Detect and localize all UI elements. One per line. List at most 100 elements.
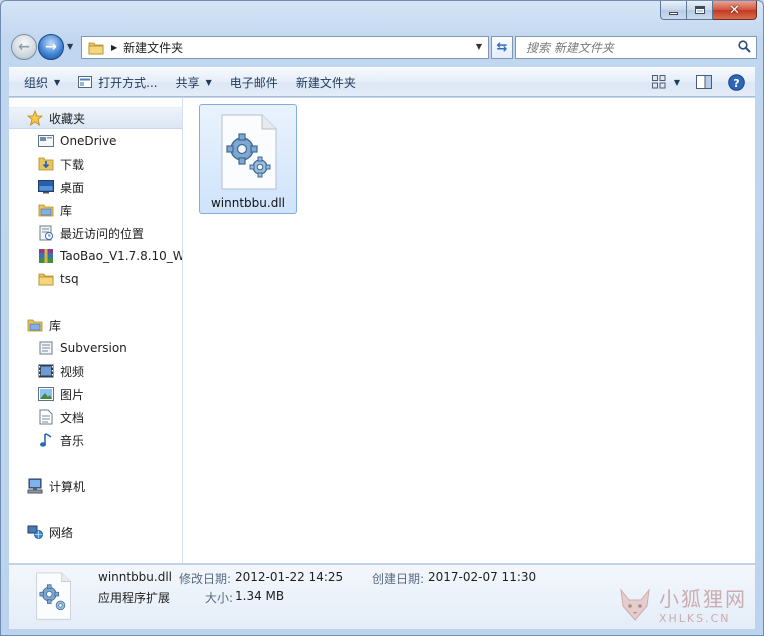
video-icon xyxy=(38,363,54,379)
watermark-subtitle: XHLKS.CN xyxy=(659,612,731,625)
modified-value[interactable]: 2012-01-22 14:25 xyxy=(235,570,343,584)
nav-label: 下载 xyxy=(60,157,85,172)
nav-item-tsq[interactable]: tsq xyxy=(9,268,182,290)
search-placeholder: 搜索 新建文件夹 xyxy=(526,41,614,55)
close-icon: ✕ xyxy=(729,2,740,18)
search-icon[interactable] xyxy=(738,40,751,53)
file-list[interactable]: winntbbu.dll xyxy=(184,98,755,563)
view-icon xyxy=(651,75,666,89)
help-button[interactable]: ? xyxy=(722,70,751,94)
music-icon xyxy=(38,432,54,448)
chevron-down-icon[interactable]: ▼ xyxy=(674,78,680,87)
nav-item-onedrive[interactable]: OneDrive xyxy=(9,130,182,152)
picture-icon xyxy=(38,386,54,402)
back-button[interactable]: ← xyxy=(11,34,37,60)
arrow-right-icon: → xyxy=(45,39,57,55)
size-value: 1.34 MB xyxy=(235,589,285,603)
chevron-down-icon: ▼ xyxy=(54,77,61,87)
maximize-button[interactable] xyxy=(687,1,713,20)
breadcrumb-current[interactable]: 新建文件夹 xyxy=(123,39,183,56)
navigation-bar: ← → ▼ ▶ 新建文件夹 ▼ ⇆ 搜索 新建文件夹 xyxy=(9,33,757,61)
nav-label: OneDrive xyxy=(60,134,117,148)
minimize-icon xyxy=(669,11,678,15)
details-pane: winntbbu.dll 应用程序扩展 修改日期: 2012-01-22 14:… xyxy=(9,565,755,629)
details-file-type: 应用程序扩展 xyxy=(98,591,171,605)
nav-label: 最近访问的位置 xyxy=(60,226,145,241)
nav-label: 库 xyxy=(60,203,73,218)
refresh-icon: ⇆ xyxy=(496,40,508,55)
nav-item-pictures[interactable]: 图片 xyxy=(9,383,182,405)
chevron-down-icon: ▼ xyxy=(205,77,212,87)
document-icon xyxy=(38,409,54,425)
new-folder-label: 新建文件夹 xyxy=(295,75,356,90)
nav-item-documents[interactable]: 文档 xyxy=(9,406,182,428)
nav-label: tsq xyxy=(60,272,79,286)
address-bar[interactable]: ▶ 新建文件夹 ▼ xyxy=(81,36,489,59)
share-button[interactable]: 共享 ▼ xyxy=(167,70,221,94)
nav-item-desktop[interactable]: 桌面 xyxy=(9,176,182,198)
nav-item-network[interactable]: 网络 xyxy=(9,521,182,543)
details-file-name: winntbbu.dll xyxy=(98,570,173,584)
minimize-button[interactable] xyxy=(660,1,687,20)
nav-label: Subversion xyxy=(60,341,127,355)
preview-pane-button[interactable] xyxy=(690,70,718,94)
breadcrumb-separator-icon[interactable]: ▶ xyxy=(111,43,117,52)
nav-item-music[interactable]: 音乐 xyxy=(9,429,182,451)
navigation-pane[interactable]: 收藏夹 OneDrive 下载 桌面 库 最近访问的位置 TaoBao_V1.7… xyxy=(9,98,183,563)
desktop-icon xyxy=(38,179,54,195)
nav-item-videos[interactable]: 视频 xyxy=(9,360,182,382)
explorer-window: ✕ ← → ▼ ▶ 新建文件夹 ▼ ⇆ 搜索 新建文件夹 组织 ▼ 打开方式..… xyxy=(0,0,764,636)
size-label: 大小: xyxy=(205,591,234,605)
nav-label: 网络 xyxy=(49,525,74,540)
downloads-folder-icon xyxy=(38,156,54,172)
created-value[interactable]: 2017-02-07 11:30 xyxy=(428,570,536,584)
nav-item-computer[interactable]: 计算机 xyxy=(9,475,182,497)
share-label: 共享 xyxy=(175,75,200,90)
arrow-left-icon: ← xyxy=(18,39,30,55)
email-button[interactable]: 电子邮件 xyxy=(221,70,287,94)
nav-label: 视频 xyxy=(60,364,85,379)
dll-gear-icon xyxy=(221,114,277,190)
email-label: 电子邮件 xyxy=(229,75,278,90)
nav-item-favorites[interactable]: 收藏夹 xyxy=(9,107,182,129)
command-bar: 组织 ▼ 打开方式... 共享 ▼ 电子邮件 新建文件夹 ▼ ? xyxy=(9,67,755,97)
nav-label: 桌面 xyxy=(60,180,85,195)
new-folder-button[interactable]: 新建文件夹 xyxy=(287,70,365,94)
nav-item-taobao[interactable]: TaoBao_V1.7.8.10_Wi xyxy=(9,245,182,267)
computer-icon xyxy=(27,478,43,494)
star-icon xyxy=(27,110,43,126)
archive-icon xyxy=(38,248,54,264)
nav-item-subversion[interactable]: Subversion xyxy=(9,337,182,359)
fox-logo-icon xyxy=(620,588,650,621)
maximize-icon xyxy=(694,6,705,14)
recent-pages-dropdown[interactable]: ▼ xyxy=(67,42,73,51)
address-dropdown-icon[interactable]: ▼ xyxy=(476,42,482,51)
created-label: 创建日期: xyxy=(372,572,425,586)
nav-label: 计算机 xyxy=(49,479,86,494)
modified-label: 修改日期: xyxy=(179,572,232,586)
organize-button[interactable]: 组织 ▼ xyxy=(15,70,69,94)
dll-gear-icon xyxy=(36,572,71,620)
library-icon xyxy=(38,202,54,218)
search-input[interactable]: 搜索 新建文件夹 xyxy=(515,36,757,59)
close-button[interactable]: ✕ xyxy=(713,1,757,20)
nav-item-libraries[interactable]: 库 xyxy=(9,314,182,336)
forward-button[interactable]: → xyxy=(38,34,64,60)
preview-pane-icon xyxy=(696,75,712,89)
nav-item-recent[interactable]: 最近访问的位置 xyxy=(9,222,182,244)
file-item[interactable]: winntbbu.dll xyxy=(199,104,297,214)
nav-label: 图片 xyxy=(60,387,85,402)
document-library-icon xyxy=(38,340,54,356)
open-with-icon xyxy=(78,76,93,88)
refresh-button[interactable]: ⇆ xyxy=(491,36,513,59)
change-view-button[interactable]: ▼ xyxy=(646,70,686,94)
nav-label: 文档 xyxy=(60,410,85,425)
open-with-button[interactable]: 打开方式... xyxy=(69,70,166,94)
svg-text:?: ? xyxy=(733,77,739,90)
nav-item-downloads[interactable]: 下载 xyxy=(9,153,182,175)
toolbar-right: ▼ ? xyxy=(646,70,751,94)
library-icon xyxy=(27,317,43,333)
folder-icon xyxy=(38,271,54,287)
watermark-title: 小狐狸网 xyxy=(659,587,747,611)
nav-item-library[interactable]: 库 xyxy=(9,199,182,221)
